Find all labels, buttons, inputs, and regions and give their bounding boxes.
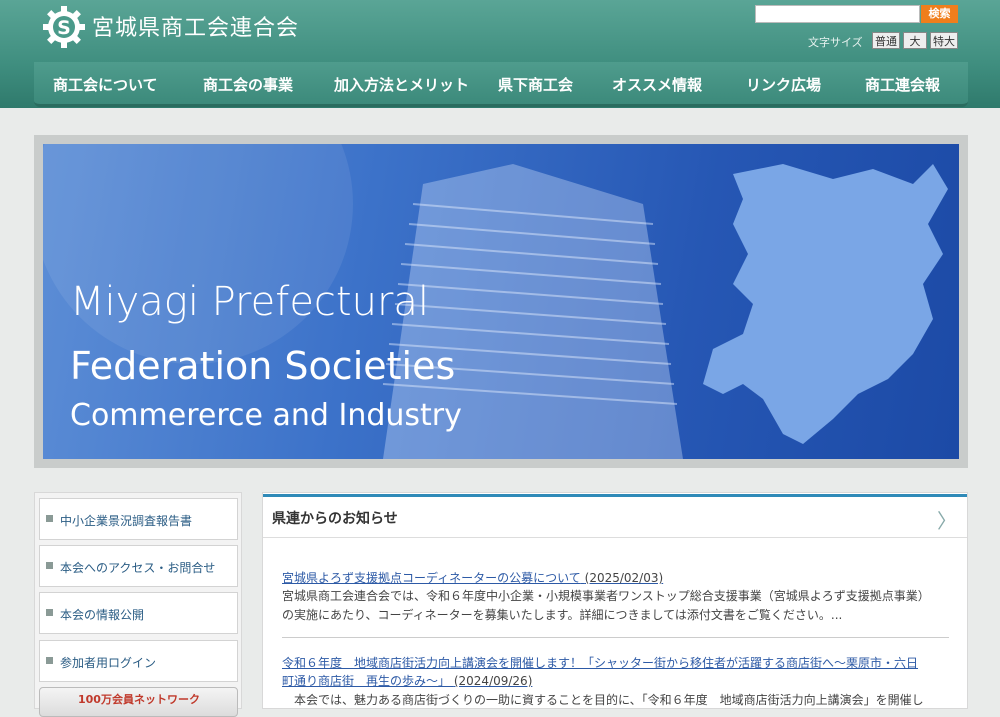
sidebar-item-access[interactable]: 本会へのアクセス・お問合せ: [39, 545, 238, 587]
news-item-title[interactable]: 宮城県よろず支援拠点コーディネーターの公募について: [282, 571, 581, 585]
gear-s-logo-icon[interactable]: S: [42, 5, 86, 49]
font-size-xlarge-button[interactable]: 特大: [930, 32, 958, 49]
news-item-body: 本会では、魅力ある商店街づくりの一助に資することを目的に、「令和６年度 地域商店…: [282, 693, 924, 707]
news-header[interactable]: 県連からのお知らせ 〉: [263, 494, 967, 538]
sidebar-item-label: 参加者用ログイン: [60, 656, 157, 670]
sidebar-item-label: 本会へのアクセス・お問合せ: [60, 561, 216, 575]
sidebar-item-survey-report[interactable]: 中小企業景況調査報告書: [39, 498, 238, 540]
news-item-link[interactable]: 令和６年度 地域商店街活力向上講演会を開催します！「シャッター街から移住者が活躍…: [282, 654, 918, 671]
bullet-icon: [46, 657, 53, 664]
hero-banner: Miyagi Prefectural Federation Societies …: [43, 144, 959, 459]
bullet-icon: [46, 562, 53, 569]
nav-item-links[interactable]: リンク広場: [746, 74, 821, 95]
nav-item-projects[interactable]: 商工会の事業: [203, 74, 293, 95]
sidebar-item-disclosure[interactable]: 本会の情報公開: [39, 592, 238, 634]
banner-line-1: Miyagi Prefectural: [70, 279, 430, 325]
nav-item-membership[interactable]: 加入方法とメリット: [334, 74, 469, 95]
search-input[interactable]: [755, 5, 920, 23]
news-item-link-cont[interactable]: 町通り商店街 再生の歩み〜」 (2024/09/26): [282, 672, 532, 689]
banner-line-3: Commererce and Industry: [70, 398, 462, 433]
news-heading: 県連からのお知らせ: [272, 511, 398, 527]
svg-text:S: S: [57, 17, 71, 39]
news-divider: [282, 637, 949, 638]
news-item-body: 宮城県商工会連合会では、令和６年度中小企業・小規模事業者ワンストップ総合支援事業…: [282, 589, 930, 603]
bullet-icon: [46, 609, 53, 616]
nav-item-recommended[interactable]: オススメ情報: [612, 74, 702, 95]
font-size-normal-button[interactable]: 普通: [872, 32, 900, 49]
font-size-label: 文字サイズ: [808, 36, 863, 49]
news-item-date: (2025/02/03): [584, 571, 664, 585]
site-title[interactable]: 宮城県商工会連合会: [92, 10, 299, 42]
sidebar-item-label: 本会の情報公開: [60, 608, 145, 622]
chevron-right-icon[interactable]: 〉: [937, 505, 957, 534]
news-item-title[interactable]: 町通り商店街 再生の歩み〜」: [282, 674, 450, 688]
sidebar-item-label: 中小企業景況調査報告書: [60, 514, 193, 528]
sidebar-item-login[interactable]: 参加者用ログイン: [39, 640, 238, 682]
main-nav: 商工会について 商工会の事業 加入方法とメリット 県下商工会 オススメ情報 リン…: [34, 62, 968, 107]
search-button[interactable]: 検索: [921, 5, 958, 23]
banner-line-2: Federation Societies: [70, 344, 456, 388]
member-network-label: 100万会員ネットワーク: [78, 693, 200, 706]
nav-item-local-societies[interactable]: 県下商工会: [498, 74, 573, 95]
member-network-banner[interactable]: 100万会員ネットワーク: [39, 687, 238, 717]
news-item-link[interactable]: 宮城県よろず支援拠点コーディネーターの公募について (2025/02/03): [282, 569, 663, 586]
nav-item-newsletter[interactable]: 商工連会報: [865, 74, 940, 95]
nav-item-about[interactable]: 商工会について: [53, 74, 158, 95]
bullet-icon: [46, 515, 53, 522]
news-item-body: の実施にあたり、コーディネーターを募集いたします。詳細につきましては添付文書をご…: [282, 608, 843, 622]
font-size-large-button[interactable]: 大: [903, 32, 927, 49]
news-item-date: (2024/09/26): [453, 674, 533, 688]
